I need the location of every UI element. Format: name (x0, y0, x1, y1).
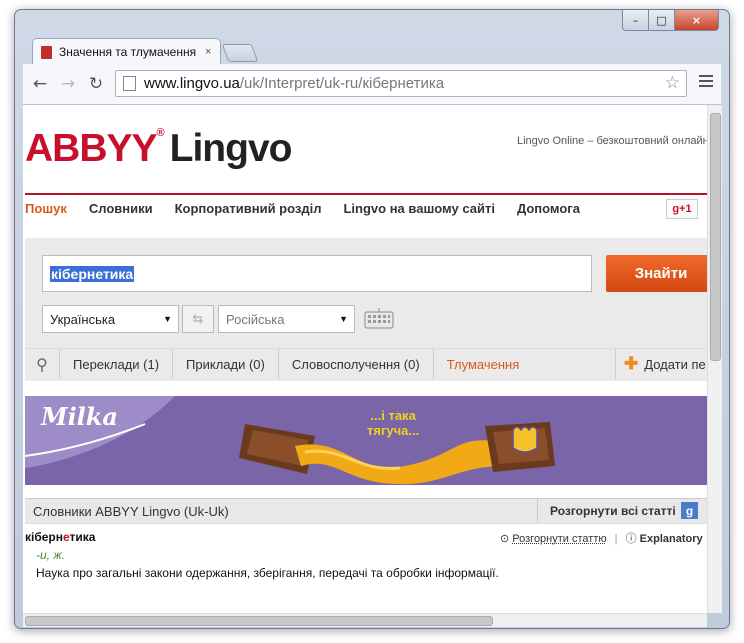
add-translation-button[interactable]: ✚ Додати пе (615, 349, 706, 379)
browser-window: – □ × Значення та тлумачення × ← → ↻ www… (14, 9, 730, 629)
url-text[interactable]: www.lingvo.ua/uk/Interpret/uk-ru/кіберне… (144, 75, 444, 92)
swap-languages-button[interactable]: ⇆ (182, 305, 214, 333)
reload-icon[interactable]: ↻ (85, 73, 107, 95)
search-input[interactable]: кібернетика (42, 255, 592, 292)
tab-title: Значення та тлумачення (59, 45, 197, 59)
dictionary-entry: кібернетика -и, ж. Наука про загальні за… (25, 530, 705, 582)
google-plus-button[interactable]: g+1 (666, 199, 698, 219)
find-button[interactable]: Знайти (606, 255, 707, 292)
header-divider (25, 193, 707, 195)
target-language-select[interactable]: Російська ▼ (218, 305, 355, 333)
nav-search[interactable]: Пошук (25, 201, 67, 221)
forward-icon[interactable]: → (57, 73, 79, 95)
menu-icon[interactable] (699, 75, 713, 90)
nav-lingvo-on-site[interactable]: Lingvo на вашому сайті (343, 201, 494, 221)
browser-tab[interactable]: Значення та тлумачення × (32, 38, 221, 65)
promo-text[interactable]: Lingvo Online – безкоштовний онлайн (517, 135, 707, 147)
source-language-value: Українська (50, 311, 116, 327)
milka-ad-banner[interactable]: Milka ...і така тягуча... (25, 396, 707, 485)
logo-reg: ® (156, 127, 165, 139)
back-icon[interactable]: ← (29, 73, 51, 95)
vertical-scrollbar[interactable] (707, 105, 722, 613)
book-icon (41, 45, 52, 59)
close-window-button[interactable]: × (674, 10, 719, 31)
page-viewport: ABBYY® Lingvo Lingvo Online – безкоштовни… (23, 105, 707, 626)
headword-part: кіберн (25, 530, 64, 544)
add-label: Додати пе (644, 356, 706, 372)
milka-logo: Milka (41, 402, 118, 431)
headword-part: тика (69, 530, 96, 544)
dictionary-section-header: Словники ABBYY Lingvo (Uk-Uk) Розгорнути… (25, 498, 707, 524)
page-icon (123, 76, 136, 91)
scroll-thumb[interactable] (710, 113, 721, 361)
address-bar[interactable]: www.lingvo.ua/uk/Interpret/uk-ru/кіберне… (115, 70, 687, 97)
url-host: www.lingvo.ua (144, 75, 240, 92)
bookmark-star-icon[interactable]: ☆ (665, 73, 680, 93)
ad-artwork (25, 396, 555, 485)
dictionary-name[interactable]: Explanatory (640, 533, 703, 545)
grammar-info: -и, ж. (36, 548, 65, 562)
tab-phrases[interactable]: Словосполучення (0) (277, 349, 433, 379)
nav-help[interactable]: Допомога (517, 201, 580, 221)
tab-definitions[interactable]: Тлумачення (432, 349, 533, 379)
nav-dictionaries[interactable]: Словники (89, 201, 153, 221)
result-tabs: ⚲ Переклади (1) Приклади (0) Словосполуч… (25, 348, 707, 379)
separator: | (614, 533, 618, 545)
plus-icon: ✚ (624, 354, 639, 373)
dropdown-arrow-icon: ▼ (339, 314, 348, 324)
new-tab-button[interactable] (221, 44, 259, 62)
definition: Наука про загальні закони одержання, збе… (36, 566, 499, 580)
google-icon[interactable]: g (681, 502, 698, 519)
tab-close-icon[interactable]: × (205, 46, 211, 58)
logo-lingvo: Lingvo (169, 127, 293, 170)
chevron-down-icon: ⊙ (500, 533, 510, 545)
ad-slogan-line2: тягуча... (367, 423, 420, 438)
scroll-thumb[interactable] (25, 616, 493, 626)
horizontal-scrollbar[interactable] (23, 613, 707, 627)
ad-slogan-line1: ...і така (370, 408, 416, 423)
search-query: кібернетика (50, 266, 135, 282)
keyboard-icon[interactable] (364, 307, 394, 329)
maximize-button[interactable]: □ (648, 10, 675, 31)
search-icon: ⚲ (36, 354, 48, 374)
minimize-button[interactable]: – (622, 10, 649, 31)
section-title: Словники ABBYY Lingvo (Uk-Uk) (33, 503, 229, 519)
browser-toolbar: ← → ↻ www.lingvo.ua/uk/Interpret/uk-ru/к… (23, 64, 721, 105)
source-language-select[interactable]: Українська ▼ (42, 305, 179, 333)
main-nav: Пошук Словники Корпоративний розділ Ling… (25, 201, 602, 221)
search-panel: кібернетика Знайти Українська ▼ ⇆ Російсь… (25, 238, 707, 381)
target-language-value: Російська (226, 311, 285, 327)
expand-article-link[interactable]: Розгорнути статтю (512, 533, 606, 545)
tab-examples[interactable]: Приклади (0) (172, 349, 278, 379)
info-icon[interactable]: ⓘ (626, 533, 637, 545)
nav-corporate[interactable]: Корпоративний розділ (175, 201, 322, 221)
abbyy-lingvo-logo[interactable]: ABBYY® Lingvo (25, 127, 293, 171)
url-path: /uk/Interpret/uk-ru/кібернетика (239, 75, 445, 92)
dropdown-arrow-icon: ▼ (163, 314, 172, 324)
entry-tools: ⊙ Розгорнути статтю | ⓘ Explanatory (500, 530, 703, 546)
logo-abbyy: ABBYY (25, 127, 158, 170)
expand-all-button[interactable]: Розгорнути всі статті (537, 499, 676, 523)
tab-translations[interactable]: Переклади (1) (59, 349, 172, 379)
ad-slogan: ...і така тягуча... (367, 408, 419, 438)
